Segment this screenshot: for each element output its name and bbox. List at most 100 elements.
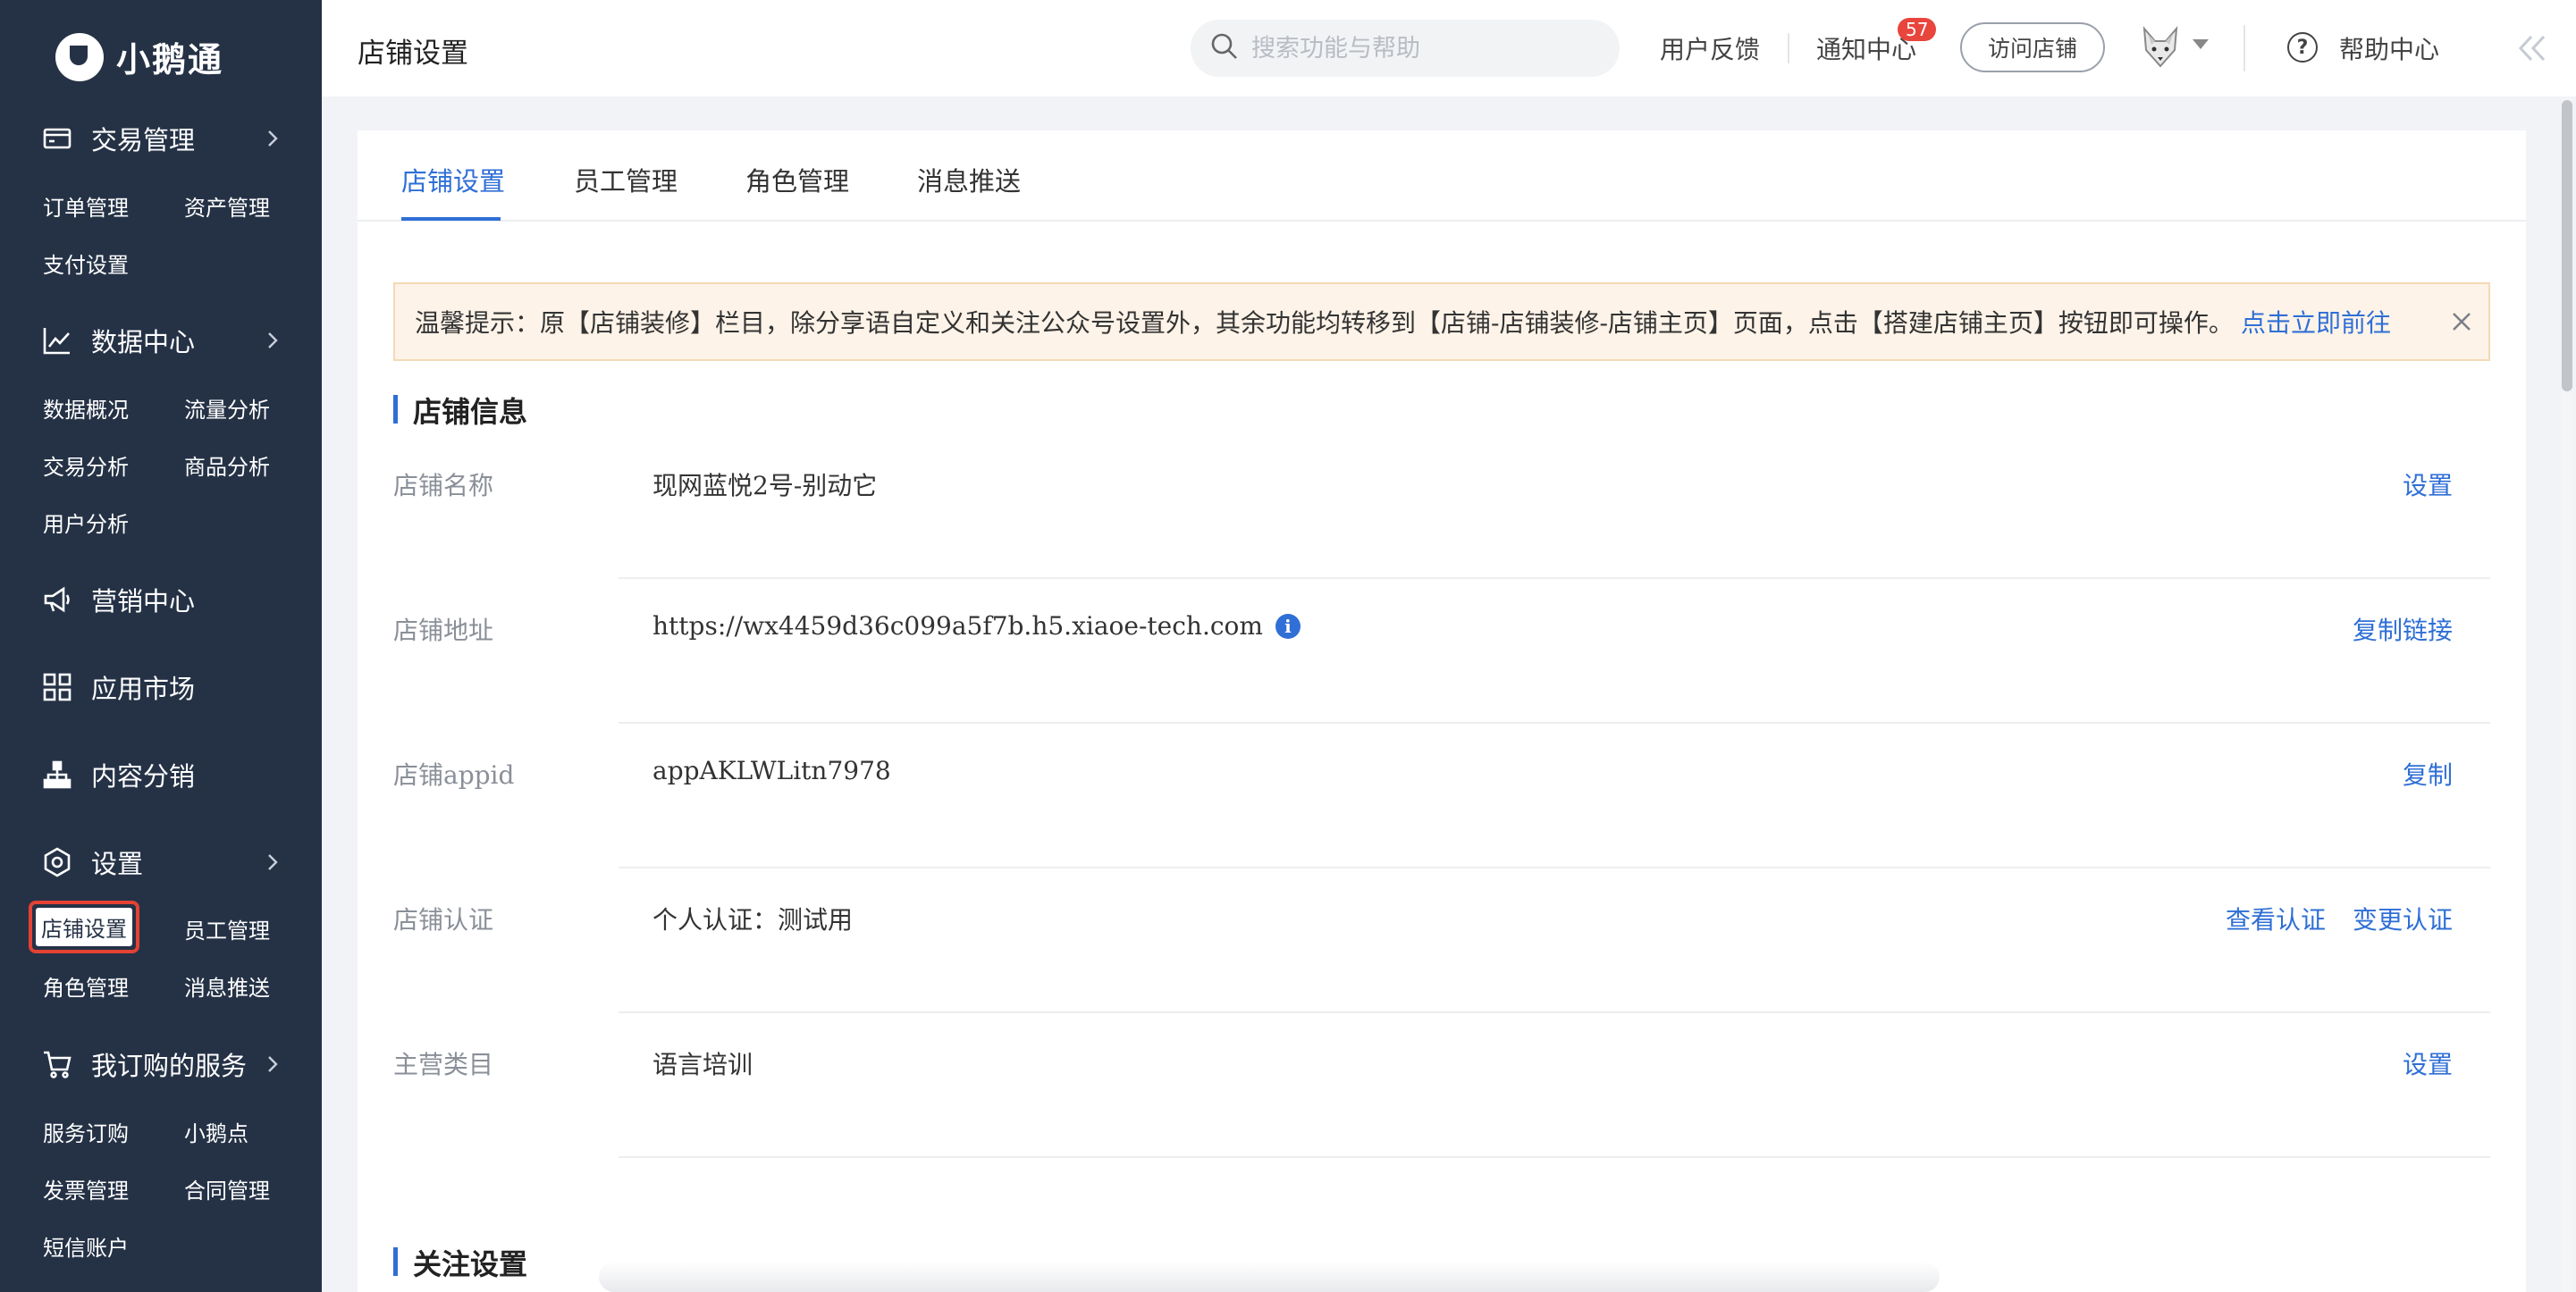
row-actions: 设置	[2403, 1045, 2453, 1081]
sidebar-section-distribution[interactable]: 内容分销	[41, 752, 282, 797]
sidebar-item-payment-settings[interactable]: 支付设置	[43, 247, 129, 279]
sidebar-item-roles[interactable]: 角色管理	[43, 970, 129, 1002]
sidebar-item-sms-account[interactable]: 短信账户	[43, 1230, 129, 1262]
brand-logo[interactable]: 小鹅通	[55, 32, 223, 81]
chevron-right-icon	[263, 1054, 282, 1074]
chevron-down-icon[interactable]	[2193, 39, 2209, 49]
sidebar-item-user-analysis[interactable]: 用户分析	[43, 507, 129, 538]
row-label: 店铺appid	[393, 760, 515, 790]
user-feedback-link[interactable]: 用户反馈	[1660, 30, 1760, 66]
wallet-icon	[41, 122, 73, 155]
section-title-store-info: 店铺信息	[393, 390, 527, 431]
row-value: 现网蓝悦2号-别动它	[652, 466, 877, 502]
sidebar-item-goose-points[interactable]: 小鹅点	[184, 1116, 248, 1147]
info-row-store-url: 店铺地址 https://wx4459d36c099a5f7b.h5.xiaoe…	[393, 579, 2490, 724]
chart-line-icon	[41, 324, 73, 357]
row-value: 语言培训	[652, 1045, 753, 1081]
sidebar-item-contracts[interactable]: 合同管理	[184, 1173, 270, 1204]
sidebar-section-label: 设置	[91, 849, 144, 879]
set-store-name-button[interactable]: 设置	[2403, 466, 2453, 502]
brand-name: 小鹅通	[116, 40, 224, 80]
megaphone-icon	[41, 583, 73, 616]
info-row-main-category: 主营类目 语言培训 设置	[393, 1013, 2490, 1158]
active-tab-indicator	[401, 217, 501, 221]
sidebar-item-staff[interactable]: 员工管理	[184, 913, 270, 944]
gear-hex-icon	[41, 846, 73, 878]
sidebar-section-app-market[interactable]: 应用市场	[41, 665, 282, 709]
row-label: 店铺地址	[393, 616, 494, 645]
notice-go-link[interactable]: 点击立即前往	[2241, 304, 2391, 340]
sidebar-item-message-push[interactable]: 消息推送	[184, 970, 270, 1002]
category-value: 语言培训	[652, 1050, 753, 1079]
tab-message-push[interactable]: 消息推送	[917, 161, 1021, 198]
page-title: 店铺设置	[358, 38, 468, 70]
overlay-shadow	[599, 1262, 1940, 1292]
row-actions: 复制链接	[2353, 611, 2453, 647]
goose-logo-icon	[55, 32, 104, 81]
sidebar-section-label: 数据中心	[91, 327, 196, 357]
collapse-double-chevron-icon[interactable]	[2517, 34, 2547, 63]
chevron-right-icon	[263, 129, 282, 148]
sidebar-section-data-center[interactable]: 数据中心	[41, 318, 282, 363]
sidebar-item-orders[interactable]: 订单管理	[43, 190, 129, 222]
share-tree-icon	[41, 759, 73, 791]
grid-apps-icon	[41, 671, 73, 703]
info-row-verification: 店铺认证 个人认证：测试用 查看认证 变更认证	[393, 868, 2490, 1013]
sidebar-section-marketing[interactable]: 营销中心	[41, 577, 282, 622]
row-divider	[619, 1156, 2490, 1158]
copy-link-button[interactable]: 复制链接	[2353, 611, 2453, 647]
header-divider	[1788, 33, 1789, 63]
sidebar-item-service-order[interactable]: 服务订购	[43, 1116, 129, 1147]
row-label: 店铺认证	[393, 905, 494, 935]
tab-roles[interactable]: 角色管理	[745, 161, 849, 198]
sidebar-item-store-settings[interactable]: 店铺设置	[29, 901, 139, 953]
help-circle-icon[interactable]: ?	[2287, 32, 2318, 63]
info-icon[interactable]: i	[1275, 613, 1301, 639]
scrollbar-thumb[interactable]	[2562, 100, 2572, 391]
appid-value: appAKLWLitn7978	[652, 756, 891, 785]
sidebar-section-transactions[interactable]: 交易管理	[41, 116, 282, 161]
sidebar-item-assets[interactable]: 资产管理	[184, 190, 270, 222]
visit-store-button[interactable]: 访问店铺	[1960, 22, 2105, 72]
help-center-link[interactable]: 帮助中心	[2339, 30, 2439, 66]
sidebar-item-label: 店铺设置	[36, 908, 132, 946]
row-actions: 查看认证 变更认证	[2226, 901, 2453, 936]
row-label: 店铺名称	[393, 471, 494, 500]
search-input[interactable]	[1251, 34, 1591, 63]
sidebar-section-label: 应用市场	[91, 674, 196, 704]
sidebar-item-product-analysis[interactable]: 商品分析	[184, 449, 270, 481]
sidebar-section-my-services[interactable]: 我订购的服务	[41, 1042, 282, 1086]
sidebar-item-transaction-analysis[interactable]: 交易分析	[43, 449, 129, 481]
search-box[interactable]	[1191, 20, 1620, 77]
sidebar-section-settings[interactable]: 设置	[41, 840, 282, 885]
sidebar-item-data-overview[interactable]: 数据概况	[43, 392, 129, 424]
row-actions: 设置	[2403, 466, 2453, 502]
settings-tabs: 店铺设置 员工管理 角色管理 消息推送	[358, 130, 2526, 222]
notification-count-badge: 57	[1898, 18, 1937, 41]
change-verification-button[interactable]: 变更认证	[2353, 901, 2453, 936]
view-verification-button[interactable]: 查看认证	[2226, 901, 2326, 936]
row-actions: 复制	[2403, 756, 2453, 792]
set-category-button[interactable]: 设置	[2403, 1045, 2453, 1081]
row-value: https://wx4459d36c099a5f7b.h5.xiaoe-tech…	[652, 611, 1301, 641]
sidebar: 小鹅通 交易管理 订单管理 资产管理 支付设置 数据中心 数据概况 流量分析 交…	[0, 0, 322, 1292]
chevron-right-icon	[263, 331, 282, 350]
fox-avatar-icon	[2142, 26, 2178, 68]
sidebar-section-label: 营销中心	[91, 586, 196, 617]
verification-value: 个人认证：测试用	[652, 905, 854, 935]
sidebar-section-label: 我订购的服务	[91, 1051, 248, 1081]
tab-store-settings[interactable]: 店铺设置	[401, 161, 505, 198]
sidebar-item-invoices[interactable]: 发票管理	[43, 1173, 129, 1204]
row-label: 主营类目	[393, 1050, 494, 1079]
copy-appid-button[interactable]: 复制	[2403, 756, 2453, 792]
sidebar-item-traffic-analysis[interactable]: 流量分析	[184, 392, 270, 424]
tab-staff[interactable]: 员工管理	[574, 161, 678, 198]
close-icon[interactable]	[2447, 307, 2476, 336]
section-title-follow-settings: 关注设置	[393, 1242, 527, 1283]
main-card: 店铺设置 员工管理 角色管理 消息推送 温馨提示：原【店铺装修】栏目，除分享语自…	[358, 130, 2526, 1292]
row-value: 个人认证：测试用	[652, 901, 853, 936]
notice-banner: 温馨提示：原【店铺装修】栏目，除分享语自定义和关注公众号设置外，其余功能均转移到…	[393, 282, 2490, 361]
cart-icon	[41, 1048, 73, 1080]
avatar[interactable]	[2137, 25, 2184, 71]
info-row-store-name: 店铺名称 现网蓝悦2号-别动它 设置	[393, 434, 2490, 579]
